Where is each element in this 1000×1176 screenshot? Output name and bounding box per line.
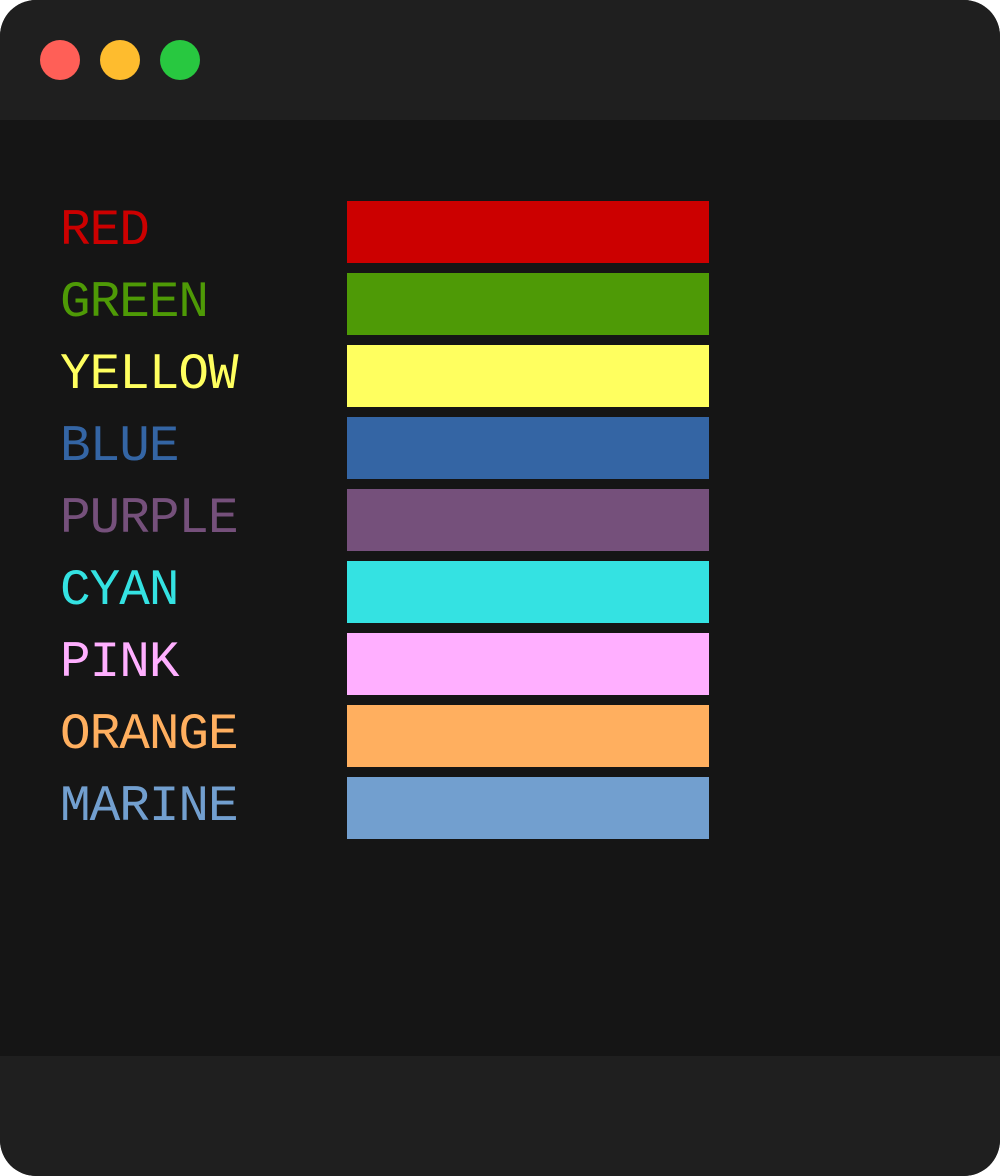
maximize-button[interactable]: [160, 40, 200, 80]
color-swatch: [347, 273, 709, 335]
color-row-red: RED: [0, 201, 1000, 263]
color-swatch: [347, 561, 709, 623]
color-label: YELLOW: [60, 347, 239, 404]
color-swatch: [347, 633, 709, 695]
color-swatch: [347, 705, 709, 767]
color-label: MARINE: [60, 779, 239, 836]
window-footer: [0, 1056, 1000, 1176]
color-row-green: GREEN: [0, 273, 1000, 335]
color-label: CYAN: [60, 563, 179, 620]
color-swatch: [347, 345, 709, 407]
close-button[interactable]: [40, 40, 80, 80]
color-label: GREEN: [60, 275, 209, 332]
color-swatch: [347, 777, 709, 839]
color-label: ORANGE: [60, 707, 239, 764]
color-row-yellow: YELLOW: [0, 345, 1000, 407]
terminal-output[interactable]: RED GREEN YELLOW BLUE PURPLE CYAN PINK O…: [0, 120, 1000, 1056]
color-row-orange: ORANGE: [0, 705, 1000, 767]
color-label: BLUE: [60, 419, 179, 476]
color-row-pink: PINK: [0, 633, 1000, 695]
color-swatch: [347, 201, 709, 263]
color-label: PURPLE: [60, 491, 239, 548]
terminal-window: RED GREEN YELLOW BLUE PURPLE CYAN PINK O…: [0, 0, 1000, 1176]
color-row-cyan: CYAN: [0, 561, 1000, 623]
color-swatch: [347, 489, 709, 551]
color-row-marine: MARINE: [0, 777, 1000, 839]
minimize-button[interactable]: [100, 40, 140, 80]
color-row-purple: PURPLE: [0, 489, 1000, 551]
color-row-blue: BLUE: [0, 417, 1000, 479]
color-label: PINK: [60, 635, 179, 692]
color-swatch: [347, 417, 709, 479]
title-bar: [0, 0, 1000, 120]
color-label: RED: [60, 203, 150, 260]
